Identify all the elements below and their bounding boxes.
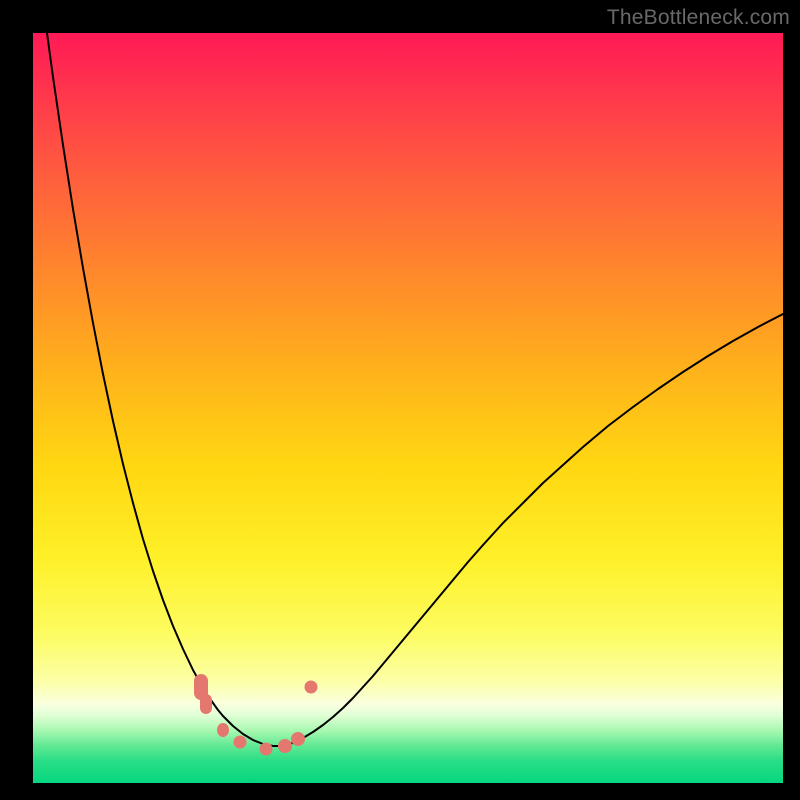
root-frame: TheBottleneck.com xyxy=(0,0,800,800)
data-marker xyxy=(291,732,305,746)
data-marker xyxy=(234,736,247,749)
plot-area xyxy=(33,33,783,783)
data-marker xyxy=(305,681,318,694)
data-marker xyxy=(278,739,292,753)
data-marker xyxy=(200,694,212,714)
data-marker xyxy=(260,743,273,756)
markers-layer xyxy=(33,33,783,783)
attribution-label: TheBottleneck.com xyxy=(607,6,790,30)
data-marker xyxy=(217,723,229,737)
